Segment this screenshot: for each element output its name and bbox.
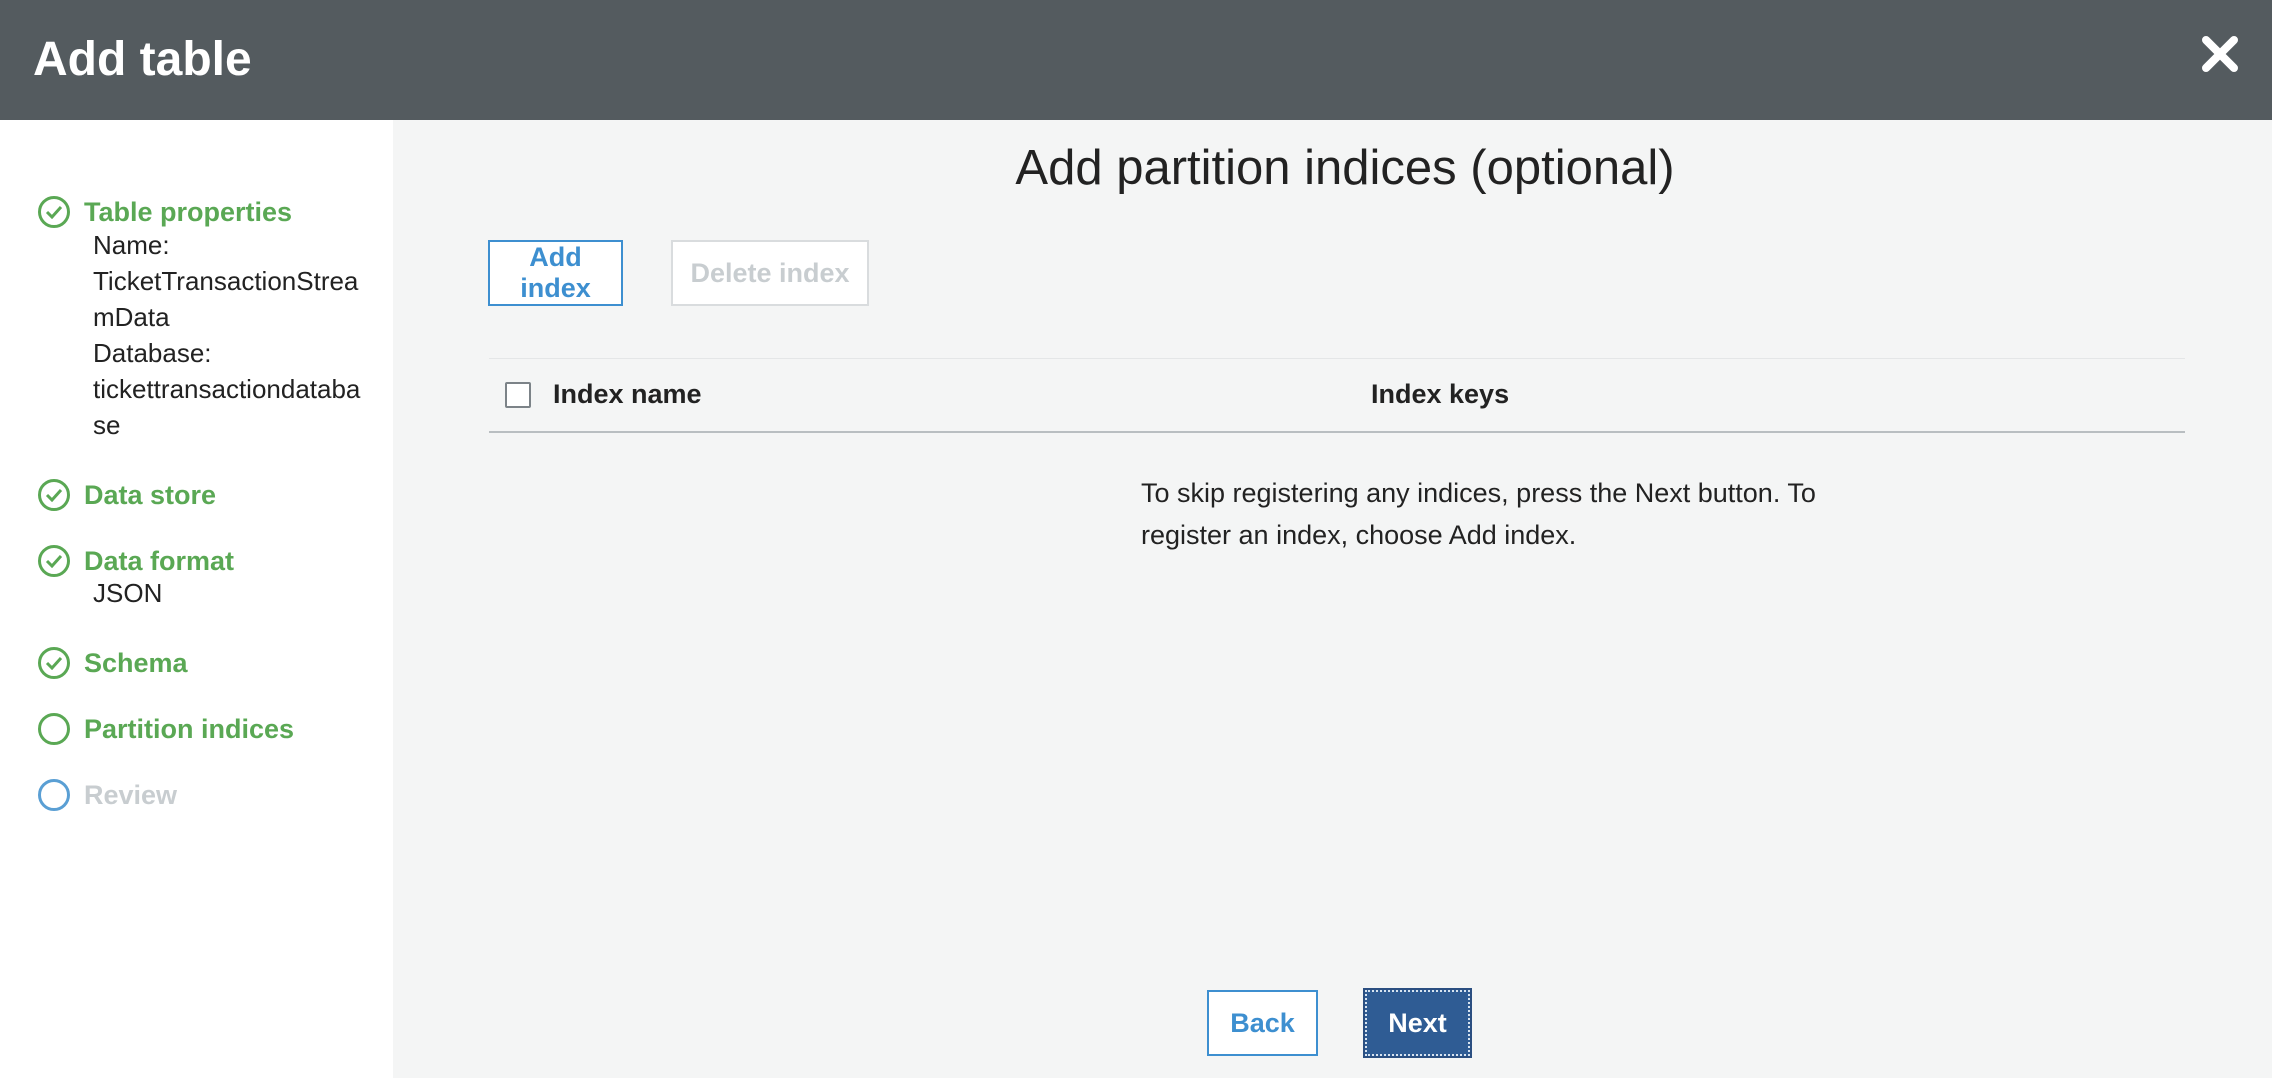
next-button[interactable]: Next [1363, 988, 1472, 1058]
step-label: Review [84, 779, 178, 810]
check-circle-icon [38, 479, 70, 511]
check-circle-icon [38, 545, 70, 577]
check-circle-icon [38, 647, 70, 679]
modal-header: Add table [0, 0, 2272, 120]
step-detail-format-value: JSON [93, 578, 163, 608]
step-data-store[interactable]: Data store [38, 477, 216, 513]
column-header-index-keys[interactable]: Index keys [1371, 379, 1509, 410]
step-review: Review [38, 777, 177, 813]
circle-icon [38, 713, 70, 745]
delete-index-button: Delete index [671, 240, 869, 306]
step-label: Data store [84, 479, 217, 510]
circle-icon [38, 779, 70, 811]
step-label: Partition indices [84, 713, 295, 744]
step-detail-database-label: Database: [93, 338, 212, 368]
index-table-header: Index name Index keys [489, 358, 2185, 433]
wizard-steps-sidebar: Table properties Name: TicketTransaction… [0, 120, 393, 1078]
step-partition-indices[interactable]: Partition indices [38, 711, 294, 747]
close-icon[interactable] [2198, 32, 2242, 76]
select-all-checkbox[interactable] [505, 382, 531, 408]
column-header-index-name[interactable]: Index name [553, 379, 702, 410]
step-label: Data format [84, 545, 235, 576]
main-content: Add partition indices (optional) Add ind… [393, 120, 2272, 1078]
step-schema[interactable]: Schema [38, 645, 188, 681]
modal-title: Add table [33, 33, 252, 86]
step-detail-name-value: TicketTransactionStreamData [93, 266, 359, 332]
back-button[interactable]: Back [1207, 990, 1318, 1056]
step-data-format[interactable]: Data format [38, 543, 234, 579]
step-label: Table properties [84, 196, 293, 227]
empty-table-message: To skip registering any indices, press t… [1141, 478, 1816, 550]
step-label: Schema [84, 647, 188, 678]
page-title: Add partition indices (optional) [1015, 141, 1675, 195]
check-circle-icon [38, 196, 70, 228]
step-detail-name-label: Name: [93, 230, 170, 260]
step-detail-database-value: tickettransactiondatabase [93, 374, 361, 440]
add-index-button[interactable]: Add index [488, 240, 623, 306]
step-table-properties[interactable]: Table properties [38, 194, 292, 230]
